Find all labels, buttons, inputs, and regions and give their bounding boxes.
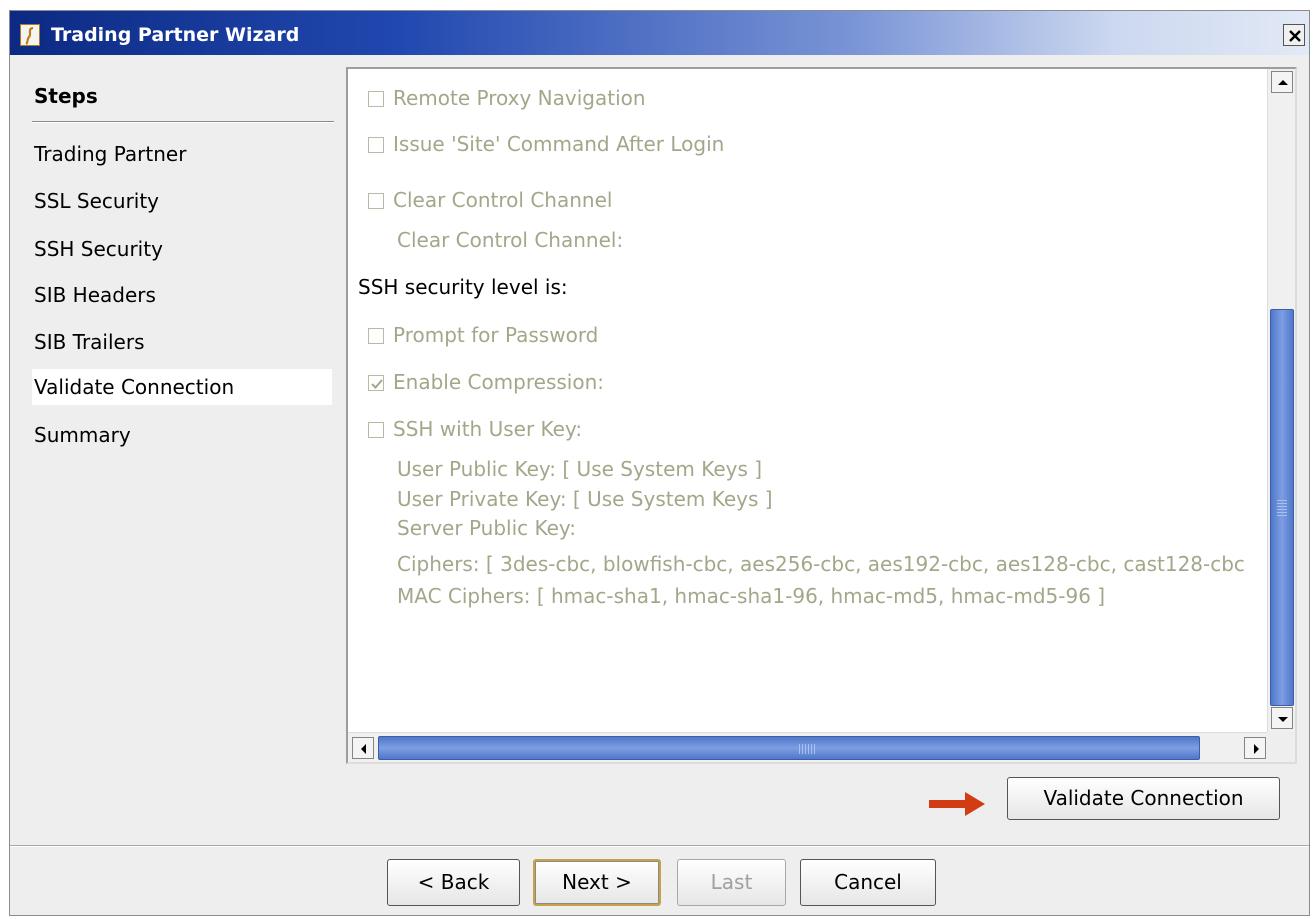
- ssh-user-key-label: SSH with User Key:: [393, 417, 583, 441]
- clear-control-label: Clear Control Channel: [393, 188, 613, 212]
- arrow-left-icon: [361, 744, 366, 754]
- right-arrow-icon: [929, 792, 985, 816]
- ssh-level-label: SSH security level is:: [358, 275, 568, 299]
- thumb-grip: [1277, 500, 1287, 518]
- enable-compression-option[interactable]: Enable Compression:: [368, 367, 604, 397]
- enable-compression-checkbox[interactable]: [368, 375, 384, 391]
- scroll-right-button[interactable]: [1244, 737, 1266, 759]
- cancel-button[interactable]: Cancel: [800, 859, 936, 906]
- prompt-password-option[interactable]: Prompt for Password: [368, 320, 598, 350]
- back-button[interactable]: < Back: [387, 859, 520, 906]
- horizontal-scroll-thumb[interactable]: [378, 736, 1200, 760]
- clear-control-value: Clear Control Channel:: [397, 228, 624, 252]
- remote-proxy-label: Remote Proxy Navigation: [393, 86, 646, 110]
- scroll-up-button[interactable]: [1271, 71, 1293, 93]
- horizontal-scrollbar[interactable]: [348, 732, 1269, 762]
- arrow-right-icon: [1254, 744, 1259, 754]
- step-sib-headers[interactable]: SIB Headers: [32, 277, 332, 313]
- issue-site-label: Issue 'Site' Command After Login: [393, 132, 725, 156]
- enable-compression-label: Enable Compression:: [393, 370, 604, 394]
- arrow-down-icon: [1278, 717, 1288, 722]
- step-validate-connection[interactable]: Validate Connection: [32, 369, 332, 405]
- steps-divider: [32, 121, 334, 123]
- scroll-left-button[interactable]: [352, 737, 374, 759]
- remote-proxy-checkbox[interactable]: [368, 91, 384, 107]
- next-button[interactable]: Next >: [533, 859, 661, 906]
- clear-control-option[interactable]: Clear Control Channel: [368, 185, 612, 215]
- ssh-user-key-checkbox[interactable]: [368, 422, 384, 438]
- last-button[interactable]: Last: [677, 859, 786, 906]
- server-public-key-text: Server Public Key:: [397, 516, 577, 540]
- step-trading-partner[interactable]: Trading Partner: [32, 136, 332, 172]
- wizard-window: Trading Partner Wizard Steps Trading Par…: [9, 10, 1310, 916]
- step-summary[interactable]: Summary: [32, 417, 332, 453]
- step-ssl-security[interactable]: SSL Security: [32, 183, 332, 219]
- prompt-password-label: Prompt for Password: [393, 323, 599, 347]
- options-scroll-area[interactable]: Remote Proxy Navigation Issue 'Site' Com…: [346, 67, 1297, 764]
- footer-divider: [10, 845, 1309, 847]
- user-public-key-text: User Public Key: [ Use System Keys ]: [397, 457, 763, 481]
- vertical-scrollbar[interactable]: [1267, 69, 1295, 733]
- step-ssh-security[interactable]: SSH Security: [32, 231, 332, 267]
- validate-connection-button[interactable]: Validate Connection: [1007, 777, 1280, 820]
- close-icon[interactable]: [1283, 24, 1305, 46]
- remote-proxy-option[interactable]: Remote Proxy Navigation: [368, 83, 646, 113]
- vertical-scroll-thumb[interactable]: [1270, 309, 1294, 706]
- app-logo-icon: [20, 24, 40, 46]
- window-title: Trading Partner Wizard: [51, 24, 300, 46]
- user-private-key-text: User Private Key: [ Use System Keys ]: [397, 487, 773, 511]
- issue-site-checkbox[interactable]: [368, 137, 384, 153]
- mac-ciphers-text: MAC Ciphers: [ hmac-sha1, hmac-sha1-96, …: [397, 584, 1106, 608]
- prompt-password-checkbox[interactable]: [368, 328, 384, 344]
- scroll-down-button[interactable]: [1271, 707, 1293, 729]
- clear-control-checkbox[interactable]: [368, 193, 384, 209]
- step-sib-trailers[interactable]: SIB Trailers: [32, 324, 332, 360]
- checkmark-icon: [371, 379, 383, 389]
- scroll-corner: [1267, 732, 1295, 762]
- title-bar: Trading Partner Wizard: [10, 11, 1309, 55]
- arrow-up-icon: [1278, 80, 1288, 85]
- ssh-user-key-option[interactable]: SSH with User Key:: [368, 414, 582, 444]
- issue-site-option[interactable]: Issue 'Site' Command After Login: [368, 129, 724, 159]
- steps-heading: Steps: [34, 84, 98, 108]
- thumb-grip: [799, 744, 817, 754]
- ciphers-text: Ciphers: [ 3des-cbc, blowfish-cbc, aes25…: [397, 552, 1245, 576]
